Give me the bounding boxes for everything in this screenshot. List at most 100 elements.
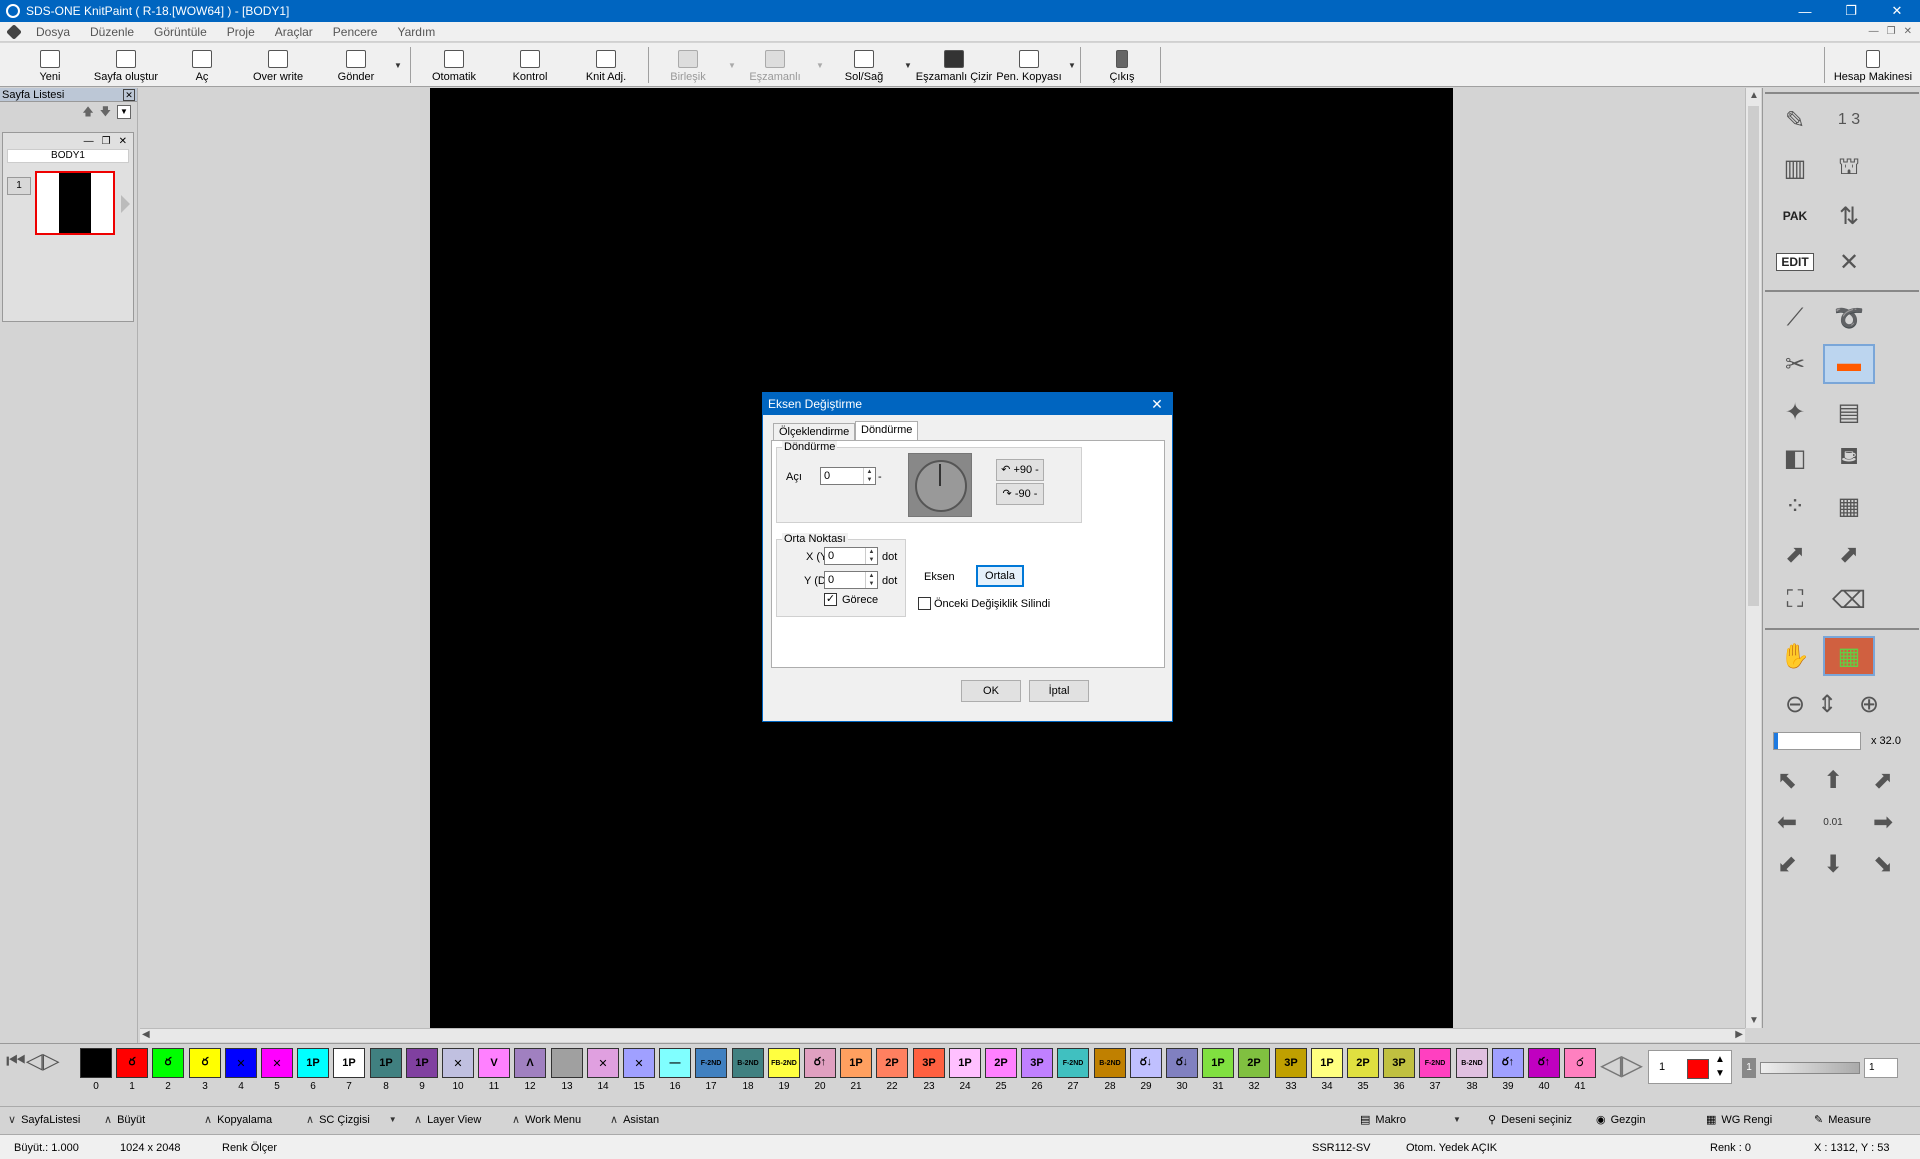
slider-value[interactable]: 1 (1864, 1058, 1898, 1078)
eraser-tool[interactable]: ⌫ (1823, 580, 1875, 620)
new-button[interactable]: Yeni (28, 45, 72, 85)
color-swatch[interactable]: 2P (985, 1048, 1017, 1078)
color-swatch[interactable]: V (478, 1048, 510, 1078)
assistant-toggle[interactable]: ∧ Asistan (610, 1113, 659, 1127)
macro-dropdown[interactable]: ▤ Makro ▼ (1360, 1113, 1461, 1127)
prev-page-icon[interactable]: ◁▷ (26, 1048, 60, 1073)
menu-duzenle[interactable]: Düzenle (80, 25, 144, 39)
check-button[interactable]: Kontrol (504, 45, 556, 85)
grid-view-tool[interactable]: ▦ (1823, 636, 1875, 676)
overwrite-button[interactable]: Over write (248, 45, 308, 85)
menu-yardim[interactable]: Yardım (387, 25, 445, 39)
stripe-tool[interactable]: ▥ (1769, 148, 1821, 188)
sync-draw-button[interactable]: Eşzamanlı Çizir (914, 45, 994, 85)
knit-adj-button[interactable]: Knit Adj. (578, 45, 634, 85)
resize-tool[interactable]: ▬ (1823, 344, 1875, 384)
work-menu-toggle[interactable]: ∧ Work Menu (512, 1113, 581, 1127)
minimize-button[interactable]: — (1782, 0, 1828, 22)
grid-tool[interactable]: ▦ (1823, 486, 1875, 526)
lasso-tool[interactable]: ➰ (1823, 298, 1875, 338)
color-swatch[interactable]: ర↓ (1130, 1048, 1162, 1078)
color-swatch[interactable]: 1P (949, 1048, 981, 1078)
first-page-icon[interactable]: ⏮ (6, 1048, 26, 1073)
dropdown-icon[interactable]: ▼ (389, 1115, 397, 1124)
y-spinner-icon[interactable]: ▲ ▼ (865, 572, 877, 588)
hand-tool[interactable]: ✋ (1769, 636, 1821, 676)
menu-dosya[interactable]: Dosya (26, 25, 80, 39)
zoom-in-tool[interactable]: ⊕ (1843, 684, 1895, 724)
slider-track[interactable] (1760, 1062, 1860, 1074)
angle-spinner-icon[interactable]: ▲ ▼ (863, 468, 875, 484)
dialog-close-icon[interactable]: ✕ (1142, 396, 1172, 413)
color-swatch[interactable]: B-2ND (1456, 1048, 1488, 1078)
color-swatch[interactable]: ర (116, 1048, 148, 1078)
color-swatch[interactable]: B-2ND (1094, 1048, 1126, 1078)
menu-proje[interactable]: Proje (217, 25, 265, 39)
zoom-slider[interactable] (1773, 732, 1861, 750)
nav-up-left[interactable]: ⬉ (1767, 760, 1807, 800)
color-swatch[interactable]: ర↑ (804, 1048, 836, 1078)
color-swatch[interactable]: — (659, 1048, 691, 1078)
copy-move-tool[interactable]: ⬈ (1823, 534, 1875, 574)
layer-view-toggle[interactable]: ∧ Layer View (414, 1113, 481, 1127)
tab-rotation[interactable]: Döndürme (855, 421, 919, 441)
pak-tool[interactable]: PAK (1769, 196, 1821, 236)
send-dropdown-icon[interactable]: ▼ (394, 61, 402, 70)
color-swatch[interactable]: ర↑ (1492, 1048, 1524, 1078)
color-swatch[interactable]: B-2ND (732, 1048, 764, 1078)
document-icon[interactable] (6, 23, 22, 40)
y-input[interactable]: 0 ▲ ▼ (824, 571, 878, 589)
mdi-minimize-icon[interactable]: — (1869, 26, 1879, 37)
left-right-button[interactable]: Sol/Sağ (840, 45, 888, 85)
nav-down[interactable]: ⬇ (1813, 844, 1853, 884)
menu-araclar[interactable]: Araçlar (265, 25, 323, 39)
nav-step[interactable]: 0.01 (1813, 802, 1853, 842)
fill-tool[interactable]: ⛾ (1823, 438, 1875, 478)
dots-tool[interactable]: ⁘ (1769, 486, 1821, 526)
nav-right[interactable]: ➡ (1863, 802, 1903, 842)
color-swatch[interactable]: 2P (1238, 1048, 1270, 1078)
horizontal-scrollbar[interactable]: ◀ ▶ (140, 1028, 1745, 1042)
scroll-up-icon[interactable]: ▲ (1749, 90, 1759, 101)
restore-button[interactable]: ❐ (1828, 0, 1874, 22)
color-swatch[interactable]: F-2ND (695, 1048, 727, 1078)
scroll-down-icon[interactable]: ▼ (1749, 1015, 1759, 1026)
arrow-down-icon[interactable]: 🡇 (100, 103, 111, 122)
simultaneous-dropdown-icon[interactable]: ▼ (816, 61, 824, 70)
transfer-tool[interactable]: ⇅ (1823, 196, 1875, 236)
frame-tool[interactable]: ⛶ (1769, 580, 1821, 620)
cancel-button[interactable]: İptal (1029, 680, 1089, 702)
navigator-button[interactable]: ◉ Gezgin (1596, 1113, 1645, 1127)
color-swatch[interactable]: 1P (1202, 1048, 1234, 1078)
color-swatch[interactable]: 1P (333, 1048, 365, 1078)
cut-tool[interactable]: ✂ (1769, 344, 1821, 384)
zoom-level[interactable]: x 32.0 (1871, 735, 1901, 747)
color-swatch[interactable]: ర↑ (1528, 1048, 1560, 1078)
clear-prev-checkbox[interactable] (918, 597, 931, 610)
color-swatch[interactable]: 2P (1347, 1048, 1379, 1078)
color-swatch[interactable]: ✕ (225, 1048, 257, 1078)
color-swatch[interactable]: FB-2ND (768, 1048, 800, 1078)
mdi-close-icon[interactable]: ✕ (1904, 26, 1912, 37)
close-button[interactable]: ✕ (1874, 0, 1920, 22)
color-swatch[interactable]: 1P (406, 1048, 438, 1078)
ok-button[interactable]: OK (961, 680, 1021, 702)
color-swatch[interactable]: 1P (1311, 1048, 1343, 1078)
x-input[interactable]: 0 ▲ ▼ (824, 547, 878, 565)
current-color-selector[interactable]: 1 ▲ ▼ (1648, 1050, 1732, 1084)
create-page-button[interactable]: Sayfa oluştur (88, 45, 164, 85)
color-swatch[interactable]: 3P (913, 1048, 945, 1078)
wg-color-button[interactable]: ▦ WG Rengi (1706, 1113, 1772, 1127)
color-swatch[interactable]: ర↓ (1166, 1048, 1198, 1078)
color-swatch[interactable]: ర (189, 1048, 221, 1078)
color-swatch[interactable]: F-2ND (1057, 1048, 1089, 1078)
nav-up[interactable]: ⬆ (1813, 760, 1853, 800)
vertical-scrollbar[interactable]: ▲ ▼ (1745, 88, 1761, 1028)
line-tool[interactable]: ⟋ (1769, 298, 1821, 338)
page-thumbnail[interactable] (35, 171, 115, 235)
width-slider[interactable]: 1 1 (1742, 1058, 1898, 1078)
restore-icon[interactable]: ❐ (102, 136, 111, 147)
calculator-button[interactable]: Hesap Makinesi (1830, 45, 1916, 85)
color-swatch[interactable]: ✕ (623, 1048, 655, 1078)
color-swatch[interactable]: 3P (1383, 1048, 1415, 1078)
